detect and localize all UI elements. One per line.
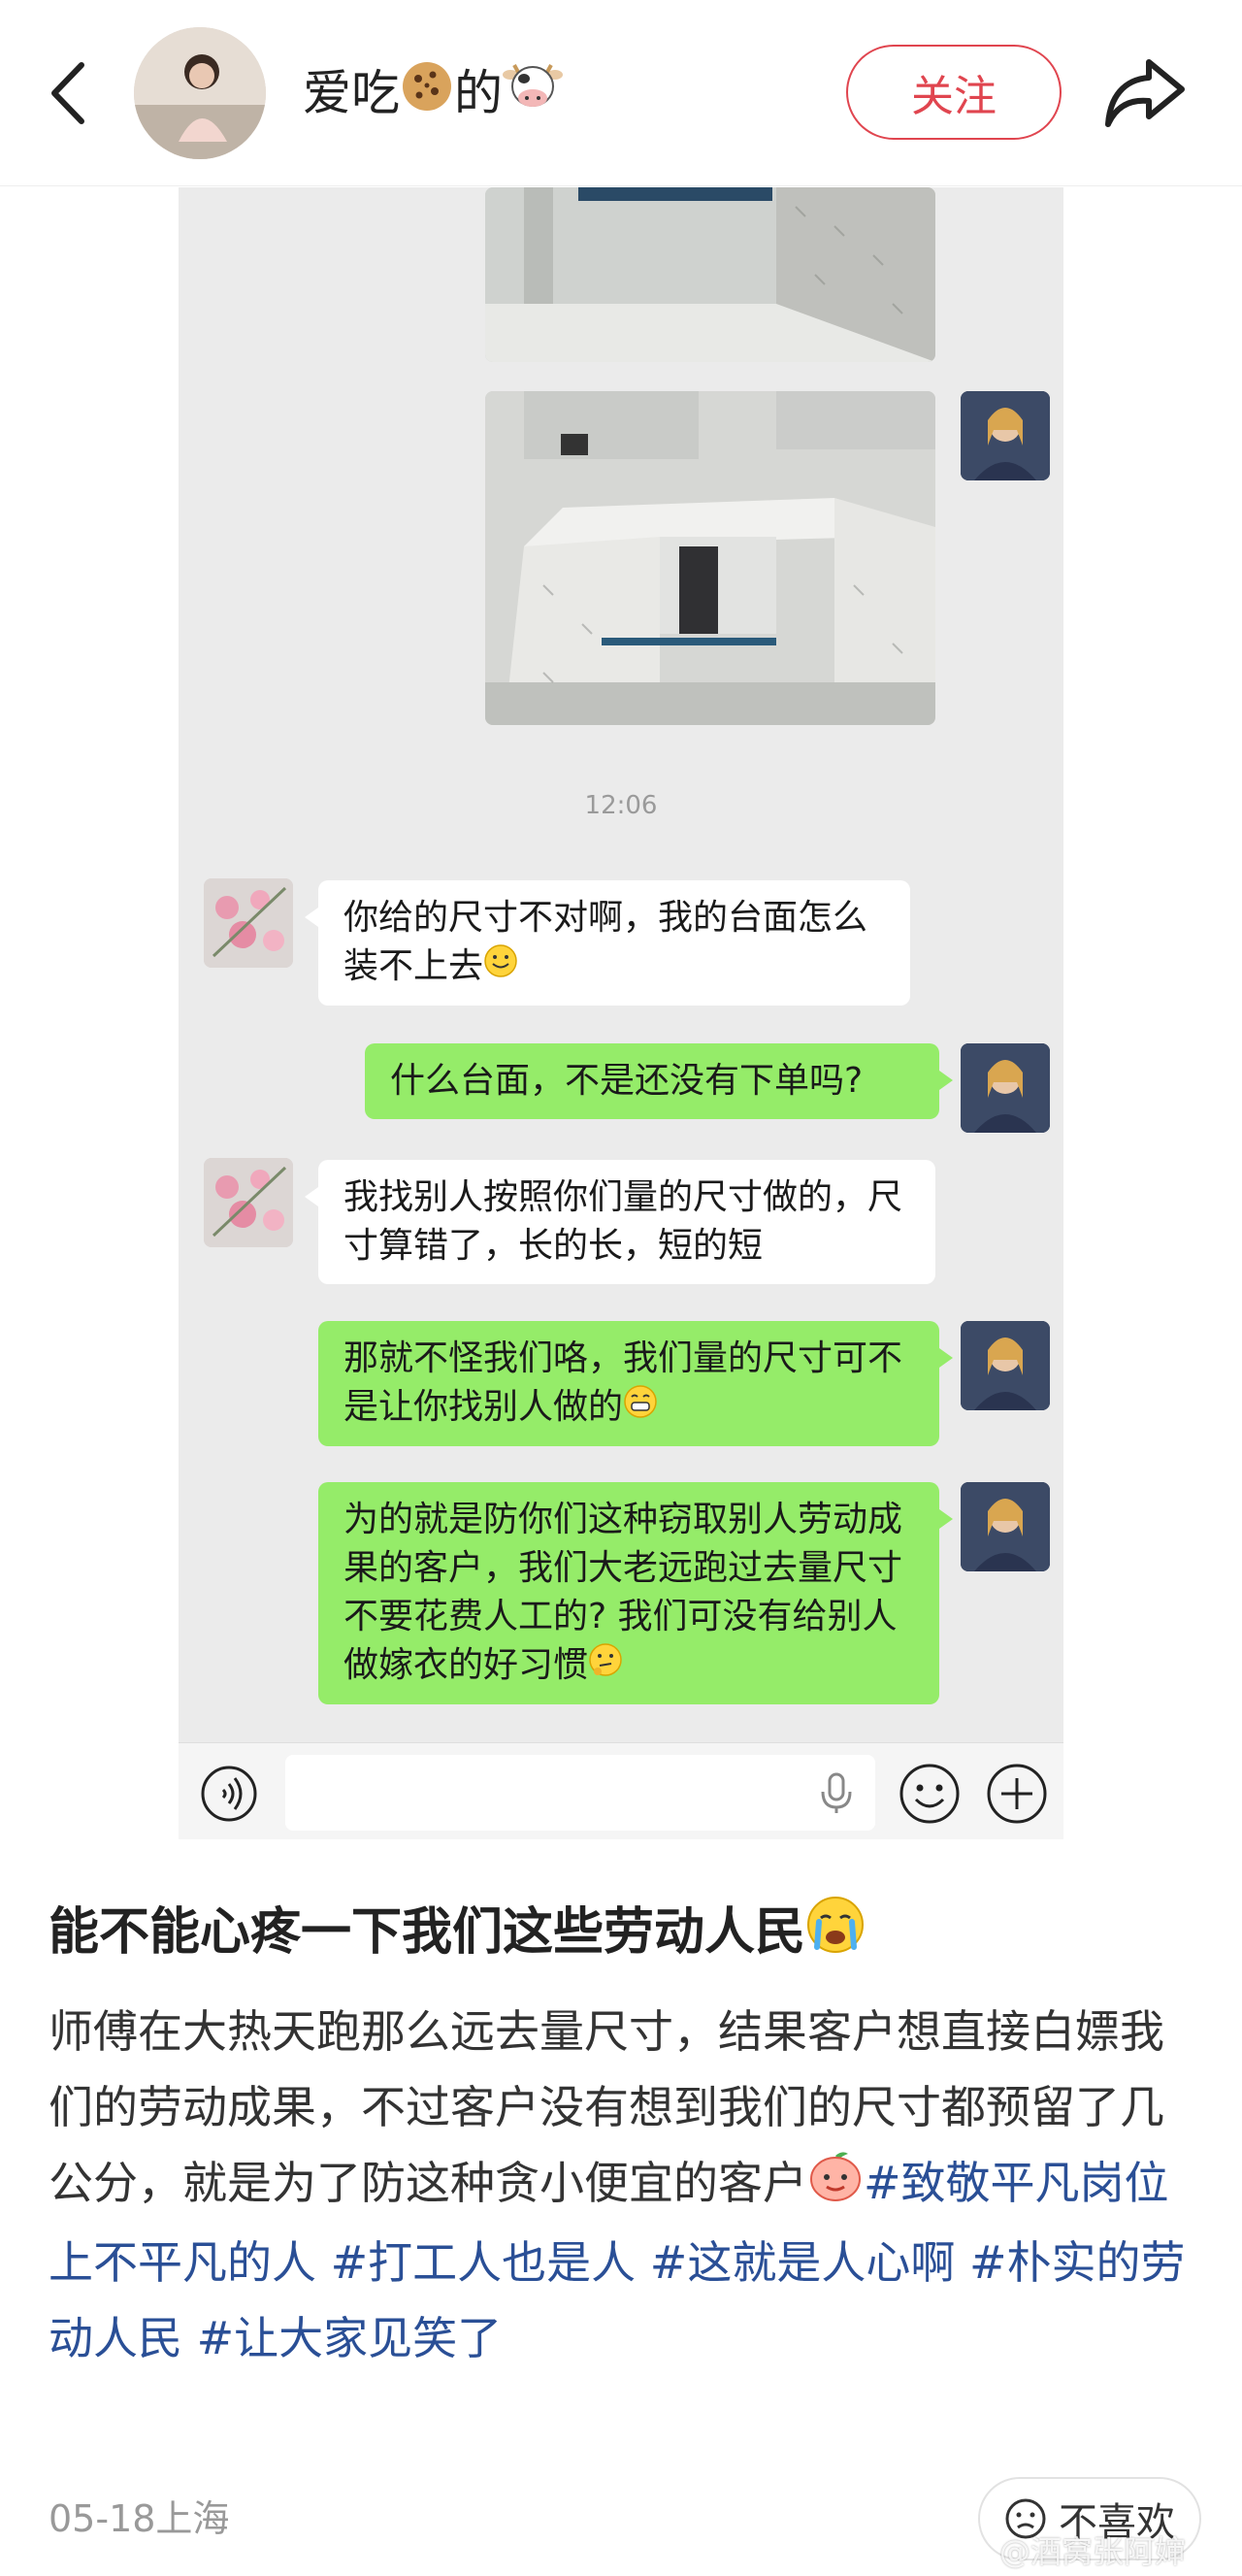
author-name[interactable]: 爱吃 的 — [303, 56, 563, 130]
back-button[interactable] — [39, 52, 97, 134]
cow-icon — [503, 59, 563, 134]
smile-emoji — [483, 943, 518, 992]
customer-avatar[interactable] — [204, 1158, 293, 1247]
hashtag-link[interactable]: #打工人也是人 — [331, 2236, 637, 2289]
post-title: 能不能心疼一下我们这些劳动人民 — [49, 1895, 1203, 1976]
hashtag-link[interactable]: #这就是人心啊 — [650, 2236, 956, 2289]
author-avatar[interactable] — [134, 27, 266, 159]
share-button[interactable] — [1098, 49, 1192, 138]
follow-button[interactable]: 关注 — [846, 45, 1062, 140]
cookie-icon — [400, 59, 454, 134]
message-bubble[interactable]: 你给的尺寸不对啊，我的台面怎么装不上去 — [305, 880, 910, 1006]
grin-emoji — [623, 1384, 658, 1433]
message-input[interactable] — [285, 1755, 875, 1831]
more-button[interactable] — [986, 1763, 1048, 1825]
hashtag-link[interactable]: #让大家见笑了 — [197, 2312, 503, 2364]
kitchen-photo-1 — [485, 187, 935, 362]
post-body: 师傅在大热天跑那么远去量尺寸，结果客户想直接白嫖我们的劳动成果，不过客户没有想到… — [49, 1994, 1203, 2376]
message-bubble[interactable]: 我找别人按照你们量的尺寸做的，尺寸算错了，长的长，短的短 — [305, 1160, 935, 1284]
author-name-part-1: 爱吃 — [303, 65, 400, 121]
seller-avatar[interactable] — [961, 1043, 1050, 1133]
post-date-location: 05-18上海 — [49, 2497, 230, 2540]
share-icon — [1105, 59, 1185, 127]
mic-icon[interactable] — [817, 1772, 856, 1815]
emoji-button[interactable] — [899, 1763, 961, 1825]
kitchen-photo-2 — [485, 391, 935, 725]
seller-avatar[interactable] — [961, 1482, 1050, 1571]
watermark: @酒窝张阿婶 — [999, 2533, 1187, 2570]
post-title-text: 能不能心疼一下我们这些劳动人民 — [49, 1903, 806, 1962]
peach-emoji — [807, 2148, 864, 2225]
message-text: 我找别人按照你们量的尺寸做的，尺寸算错了，长的长，短的短 — [343, 1177, 903, 1266]
seller-avatar[interactable] — [961, 1321, 1050, 1410]
emoji-icon — [899, 1764, 960, 1824]
crying-emoji — [805, 1895, 866, 1976]
message-text: 什么台面，不是还没有下单吗? — [390, 1061, 864, 1101]
think-emoji — [588, 1642, 623, 1691]
avatar-image — [134, 27, 266, 159]
message-bubble[interactable]: 那就不怪我们咯，我们量的尺寸可不是让你找别人做的 — [318, 1321, 953, 1446]
chat-input-bar — [179, 1742, 1063, 1839]
plus-icon — [987, 1764, 1047, 1824]
back-arrow-icon — [51, 62, 84, 124]
author-name-part-2: 的 — [454, 65, 503, 121]
seller-avatar[interactable] — [961, 391, 1050, 480]
voice-icon — [201, 1766, 257, 1822]
voice-button[interactable] — [200, 1765, 258, 1823]
message-bubble[interactable]: 什么台面，不是还没有下单吗? — [365, 1043, 953, 1119]
top-bar: 爱吃 的 关注 — [0, 0, 1242, 186]
chat-screenshot-image[interactable]: 12:06 你给的尺寸不对啊，我的台面怎么装不上去 什么台面，不是还没有下单吗?… — [179, 187, 1063, 1839]
chat-timestamp: 12:06 — [584, 791, 658, 820]
customer-avatar[interactable] — [204, 878, 293, 968]
message-text: 你给的尺寸不对啊，我的台面怎么装不上去 — [343, 898, 868, 986]
message-bubble[interactable]: 为的就是防你们这种窃取别人劳动成果的客户，我们大老远跑过去量尺寸不要花费人工的?… — [318, 1482, 953, 1704]
